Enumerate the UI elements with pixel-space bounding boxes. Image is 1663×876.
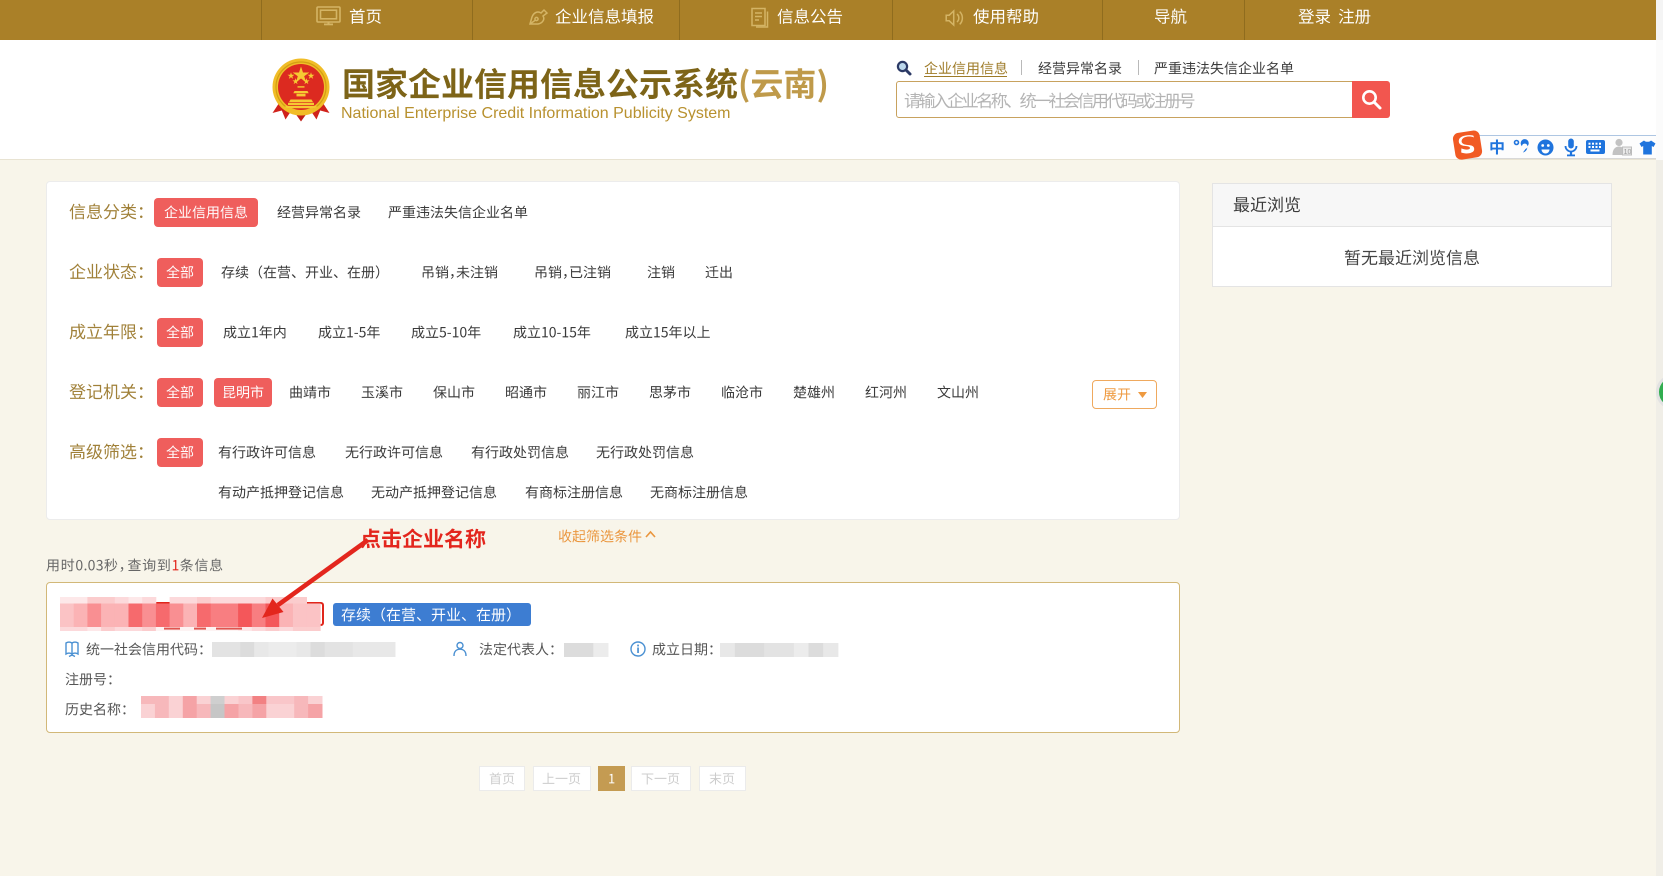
svg-text:10: 10 [1624, 149, 1632, 156]
